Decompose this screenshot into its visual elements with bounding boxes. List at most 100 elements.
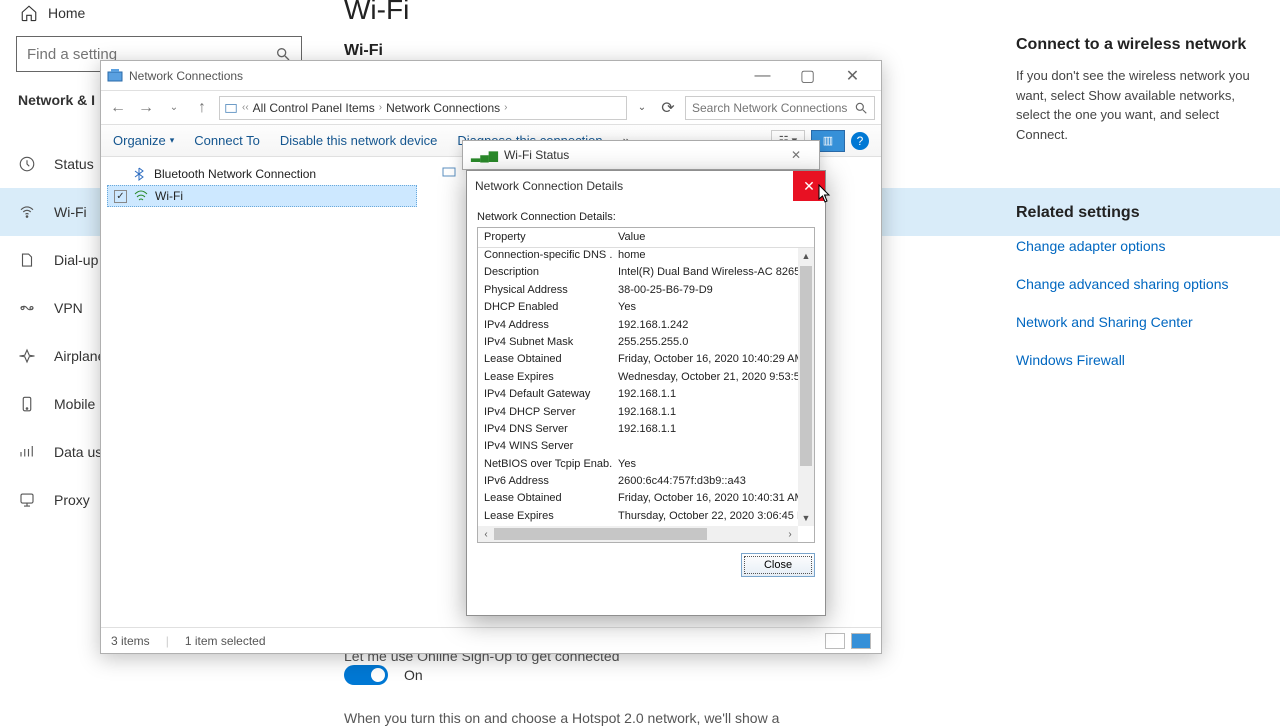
related-link[interactable]: Change advanced sharing options — [1016, 276, 1256, 292]
up-button[interactable]: ↑ — [191, 97, 213, 119]
dialog-title: Network Connection Details — [475, 179, 623, 193]
wifi-status-window: ▂▄▆ Wi-Fi Status ✕ — [462, 140, 820, 170]
nav-item-label: VPN — [54, 300, 83, 316]
back-button[interactable]: ← — [107, 97, 129, 119]
bluetooth-icon — [132, 166, 148, 182]
scroll-thumb[interactable] — [800, 266, 812, 466]
detail-value: Friday, October 16, 2020 10:40:29 AM — [612, 352, 798, 369]
detail-property: IPv4 WINS Server — [478, 439, 612, 456]
chevron-right-icon: › — [504, 102, 507, 113]
related-link[interactable]: Change adapter options — [1016, 238, 1256, 254]
forward-button[interactable]: → — [135, 97, 157, 119]
scroll-right-arrow[interactable]: › — [782, 529, 798, 540]
search-icon — [854, 101, 868, 115]
address-history-dropdown[interactable]: ⌄ — [633, 97, 651, 119]
scroll-up-arrow[interactable]: ▲ — [798, 248, 814, 264]
detail-row[interactable]: IPv4 Subnet Mask255.255.255.0 — [478, 335, 798, 352]
wifi-icon — [133, 188, 149, 204]
nav-item-label: Dial-up — [54, 252, 98, 268]
detail-row[interactable]: Lease ObtainedFriday, October 16, 2020 1… — [478, 491, 798, 508]
detail-row[interactable]: IPv4 Address192.168.1.242 — [478, 318, 798, 335]
maximize-button[interactable]: ▢ — [785, 61, 830, 91]
detail-row[interactable]: NetBIOS over Tcpip Enab...Yes — [478, 457, 798, 474]
detail-row[interactable]: Lease ObtainedFriday, October 16, 2020 1… — [478, 352, 798, 369]
explorer-search-input[interactable] — [692, 101, 854, 115]
explorer-app-icon — [107, 68, 123, 84]
page-title: Wi-Fi — [344, 0, 409, 26]
vertical-scrollbar[interactable]: ▲ ▼ — [798, 248, 814, 526]
dialog-close-button[interactable]: ✕ — [793, 171, 825, 201]
detail-value: 38-00-25-B6-79-D9 — [612, 283, 798, 300]
detail-row[interactable]: IPv6 Address2600:6c44:757f:d3b9::a43 — [478, 474, 798, 491]
checkbox-icon[interactable]: ✓ — [114, 190, 127, 203]
wifi-status-title: Wi-Fi Status — [504, 148, 569, 162]
detail-row[interactable]: Lease ExpiresThursday, October 22, 2020 … — [478, 509, 798, 526]
detail-value: 192.168.1.242 — [612, 318, 798, 335]
detail-value: Yes — [612, 457, 798, 474]
detail-property: DHCP Enabled — [478, 300, 612, 317]
detail-row[interactable]: IPv4 DHCP Server192.168.1.1 — [478, 405, 798, 422]
detail-value: 2600:6c44:757f:d3b9::a43 — [612, 474, 798, 491]
related-link[interactable]: Windows Firewall — [1016, 352, 1256, 368]
detail-row[interactable]: Connection-specific DNS ...home — [478, 248, 798, 265]
related-link[interactable]: Network and Sharing Center — [1016, 314, 1256, 330]
detail-value: 192.168.1.1 — [612, 387, 798, 404]
ethernet-icon — [441, 163, 457, 179]
detail-row[interactable]: DHCP EnabledYes — [478, 300, 798, 317]
nav-item-label: Wi-Fi — [54, 204, 87, 220]
wifi-status-close-button[interactable]: ✕ — [781, 143, 811, 167]
detail-property: IPv4 Subnet Mask — [478, 335, 612, 352]
minimize-button[interactable]: — — [740, 61, 785, 91]
connect-to-button[interactable]: Connect To — [194, 133, 260, 148]
tiles-view-button[interactable] — [851, 633, 871, 649]
detail-property: Lease Obtained — [478, 491, 612, 508]
detail-property: IPv6 Address — [478, 474, 612, 491]
wifi-signal-icon: ▂▄▆ — [471, 148, 498, 162]
detail-property: NetBIOS over Tcpip Enab... — [478, 457, 612, 474]
home-link[interactable]: Home — [0, 0, 105, 26]
disable-device-button[interactable]: Disable this network device — [280, 133, 438, 148]
details-label: Network Connection Details: — [477, 211, 815, 223]
breadcrumb-item[interactable]: All Control Panel Items — [253, 101, 375, 115]
refresh-button[interactable]: ⟳ — [657, 97, 679, 119]
related-settings-heading: Related settings — [1016, 204, 1256, 222]
detail-value — [612, 439, 798, 456]
hotspot-description: When you turn this on and choose a Hotsp… — [344, 710, 779, 726]
details-view-button[interactable] — [825, 633, 845, 649]
help-button[interactable]: ? — [851, 132, 869, 150]
close-button[interactable]: ✕ — [830, 61, 875, 91]
address-breadcrumb[interactable]: ‹‹ All Control Panel Items › Network Con… — [219, 96, 627, 120]
scroll-down-arrow[interactable]: ▼ — [798, 510, 814, 526]
detail-row[interactable]: Lease ExpiresWednesday, October 21, 2020… — [478, 370, 798, 387]
detail-row[interactable]: Physical Address38-00-25-B6-79-D9 — [478, 283, 798, 300]
organize-menu[interactable]: Organize▾ — [113, 133, 174, 148]
detail-property: Lease Expires — [478, 370, 612, 387]
detail-row[interactable]: DescriptionIntel(R) Dual Band Wireless-A… — [478, 265, 798, 282]
connection-label: Wi-Fi — [155, 189, 183, 203]
section-heading: Wi-Fi — [344, 42, 383, 60]
online-signup-toggle[interactable] — [344, 665, 388, 685]
nav-item-label: Status — [54, 156, 94, 172]
detail-property: IPv4 Address — [478, 318, 612, 335]
nav-item-label: Proxy — [54, 492, 90, 508]
location-icon — [224, 101, 238, 115]
detail-value: 192.168.1.1 — [612, 405, 798, 422]
detail-row[interactable]: IPv4 WINS Server — [478, 439, 798, 456]
close-button[interactable]: Close — [741, 553, 815, 577]
column-header-value[interactable]: Value — [612, 228, 814, 247]
detail-row[interactable]: IPv4 Default Gateway192.168.1.1 — [478, 387, 798, 404]
right-heading-1: Connect to a wireless network — [1016, 36, 1256, 54]
breadcrumb-item[interactable]: Network Connections — [386, 101, 500, 115]
scroll-left-arrow[interactable]: ‹ — [478, 529, 494, 540]
detail-property: Physical Address — [478, 283, 612, 300]
detail-value: Friday, October 16, 2020 10:40:31 AM — [612, 491, 798, 508]
recent-dropdown[interactable]: ⌄ — [163, 97, 185, 119]
hscroll-thumb[interactable] — [494, 528, 707, 540]
connection-item[interactable]: ✓ Wi-Fi — [107, 185, 417, 207]
column-header-property[interactable]: Property — [478, 228, 612, 247]
horizontal-scrollbar[interactable]: ‹ › — [478, 526, 798, 542]
connection-details-dialog: Network Connection Details ✕ Network Con… — [466, 170, 826, 616]
detail-property: Description — [478, 265, 612, 282]
detail-row[interactable]: IPv4 DNS Server192.168.1.1 — [478, 422, 798, 439]
connection-item[interactable]: Bluetooth Network Connection — [107, 163, 417, 185]
